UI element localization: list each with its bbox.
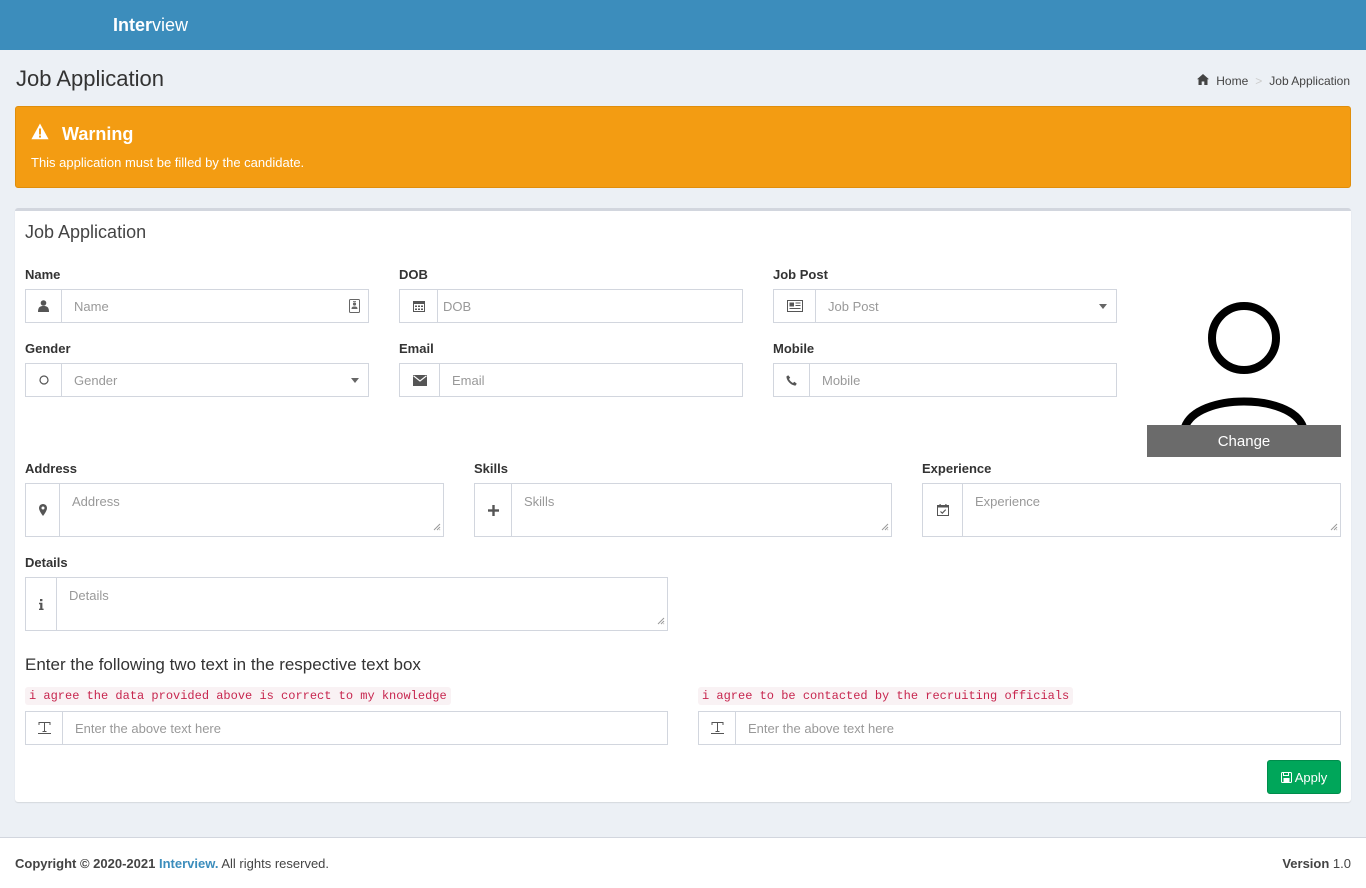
- details-label: Details: [25, 555, 68, 570]
- agreement-text-1: i agree the data provided above is corre…: [25, 687, 451, 705]
- contact-card-icon: [349, 299, 360, 316]
- email-input-group: Email: [399, 363, 743, 397]
- chevron-down-icon: [351, 378, 359, 383]
- text-icon: [26, 712, 63, 744]
- experience-textarea[interactable]: Experience: [963, 484, 1340, 536]
- change-photo-button[interactable]: Change: [1147, 425, 1341, 457]
- breadcrumb: Home > Job Application: [1197, 74, 1350, 88]
- info-icon: [26, 578, 57, 630]
- calendar-icon: [400, 290, 438, 322]
- agreement-input-2[interactable]: Enter the above text here: [736, 712, 1340, 744]
- page-title: Job Application: [16, 66, 164, 91]
- job-post-select-group: Job Post: [773, 289, 1117, 323]
- resize-grip-icon[interactable]: [881, 519, 889, 534]
- apply-button[interactable]: Apply: [1267, 760, 1341, 794]
- dob-label: DOB: [399, 267, 428, 282]
- circle-icon: [26, 364, 62, 396]
- address-textarea[interactable]: Address: [60, 484, 443, 536]
- alert-title: Warning: [62, 124, 134, 144]
- job-post-select[interactable]: Job Post: [816, 290, 1116, 322]
- calendar-check-icon: [923, 484, 963, 536]
- name-input-group: Name: [25, 289, 369, 323]
- breadcrumb-home-link[interactable]: Home: [1216, 74, 1248, 88]
- copyright: Copyright © 2020-2021 Interview. All rig…: [15, 856, 330, 871]
- email-input[interactable]: Email: [440, 364, 742, 396]
- chevron-down-icon: [1099, 304, 1107, 309]
- resize-grip-icon[interactable]: [1330, 519, 1338, 534]
- save-icon: [1280, 771, 1292, 783]
- map-marker-icon: [26, 484, 60, 536]
- resize-grip-icon[interactable]: [657, 613, 665, 628]
- alert-text: This application must be filled by the c…: [31, 155, 305, 170]
- experience-label: Experience: [922, 461, 992, 476]
- app-logo[interactable]: Interview: [113, 15, 188, 36]
- name-label: Name: [25, 267, 61, 282]
- footer-brand-link[interactable]: Interview.: [159, 856, 218, 871]
- profile-photo: Change: [1147, 297, 1341, 457]
- box-title: Job Application: [25, 222, 147, 242]
- user-icon: [26, 290, 62, 322]
- agreement-heading: Enter the following two text in the resp…: [25, 655, 421, 674]
- address-input-group: Address: [25, 483, 444, 537]
- gender-select[interactable]: Gender: [62, 364, 368, 396]
- text-icon: [699, 712, 736, 744]
- dob-input[interactable]: DOB: [438, 290, 742, 322]
- agreement-input-group-2: Enter the above text here: [698, 711, 1341, 745]
- details-textarea[interactable]: Details: [57, 578, 667, 630]
- mobile-input-group: Mobile: [773, 363, 1117, 397]
- skills-textarea[interactable]: Skills: [512, 484, 891, 536]
- breadcrumb-current: Job Application: [1269, 74, 1350, 88]
- top-navbar: Interview: [0, 0, 1366, 50]
- skills-label: Skills: [474, 461, 508, 476]
- mobile-input[interactable]: Mobile: [810, 364, 1116, 396]
- agreement-text-2: i agree to be contacted by the recruitin…: [698, 687, 1074, 705]
- version-info: Version 1.0: [1282, 856, 1351, 871]
- job-application-box: Job Application Name Name DOB DOB Job Po…: [15, 208, 1351, 802]
- envelope-icon: [400, 364, 440, 396]
- job-post-label: Job Post: [773, 267, 828, 282]
- gender-label: Gender: [25, 341, 71, 356]
- name-input[interactable]: Name: [62, 290, 368, 322]
- agreement-input-1[interactable]: Enter the above text here: [63, 712, 667, 744]
- resize-grip-icon[interactable]: [433, 519, 441, 534]
- apply-button-label: Apply: [1294, 769, 1328, 785]
- agreement-input-group-1: Enter the above text here: [25, 711, 668, 745]
- gender-select-group: Gender: [25, 363, 369, 397]
- email-label: Email: [399, 341, 434, 356]
- plus-icon: [475, 484, 512, 536]
- breadcrumb-separator: >: [1255, 74, 1263, 88]
- address-label: Address: [25, 461, 78, 476]
- experience-input-group: Experience: [922, 483, 1341, 537]
- phone-icon: [774, 364, 810, 396]
- warning-icon: [31, 123, 49, 143]
- mobile-label: Mobile: [773, 341, 815, 356]
- dob-input-group: DOB: [399, 289, 743, 323]
- skills-input-group: Skills: [474, 483, 892, 537]
- warning-alert: Warning This application must be filled …: [15, 106, 1351, 188]
- details-input-group: Details: [25, 577, 668, 631]
- footer: Copyright © 2020-2021 Interview. All rig…: [0, 837, 1366, 888]
- home-icon: [1197, 74, 1210, 88]
- newspaper-icon: [774, 290, 816, 322]
